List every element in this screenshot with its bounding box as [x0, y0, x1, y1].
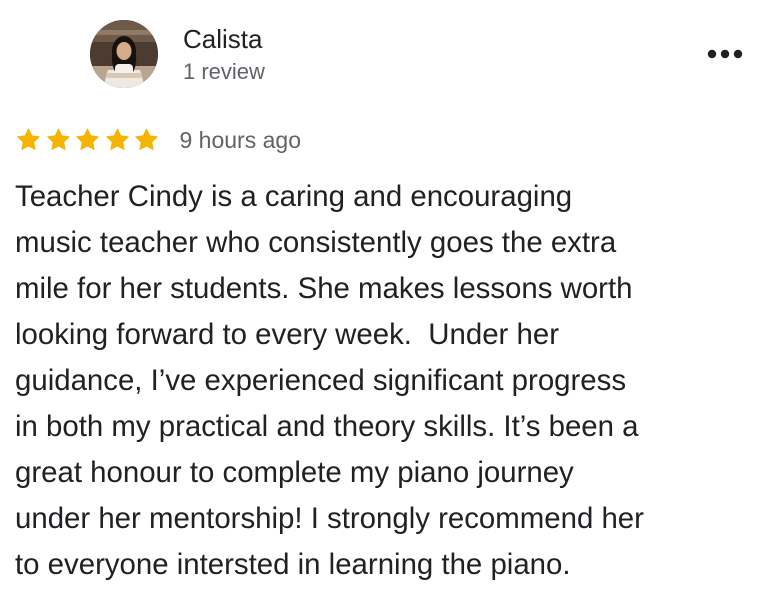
review-text-line: great honour to complete my piano journe… [15, 456, 574, 489]
star-icon [132, 126, 161, 154]
review-text-line: guidance, I’ve experienced significant p… [15, 364, 627, 397]
review-text-line: to everyone intersted in learning the pi… [15, 548, 571, 581]
profile-photo-icon[interactable] [90, 20, 158, 88]
star-rating [14, 126, 162, 154]
review-text-line: Teacher Cindy is a caring and encouragin… [15, 180, 573, 213]
more-options-icon [707, 49, 743, 59]
review-text: Teacher Cindy is a caring and encouragin… [15, 174, 760, 588]
reviewer-name[interactable]: Calista [183, 22, 262, 56]
star-icon [103, 126, 132, 154]
reviewer-review-count[interactable]: 1 review [183, 58, 265, 86]
review-timestamp: 9 hours ago [179, 127, 301, 153]
avatar-image [90, 20, 158, 88]
review-text-line: music teacher who consistently goes the … [15, 226, 617, 259]
review-card: Calista 1 review 9 hours ago Teacher Cin… [0, 0, 768, 615]
star-icon [14, 126, 43, 154]
rating-row: 9 hours ago [14, 122, 301, 158]
review-text-line: mile for her students. She makes lessons… [15, 272, 633, 305]
star-icon [44, 126, 73, 154]
review-text-line: in both my practical and theory skills. … [15, 410, 639, 443]
more-options-button[interactable] [700, 36, 750, 72]
review-text-line: under her mentorship! I strongly recomme… [15, 502, 644, 535]
review-text-line: looking forward to every week. Under her [15, 318, 559, 351]
star-icon [73, 126, 102, 154]
